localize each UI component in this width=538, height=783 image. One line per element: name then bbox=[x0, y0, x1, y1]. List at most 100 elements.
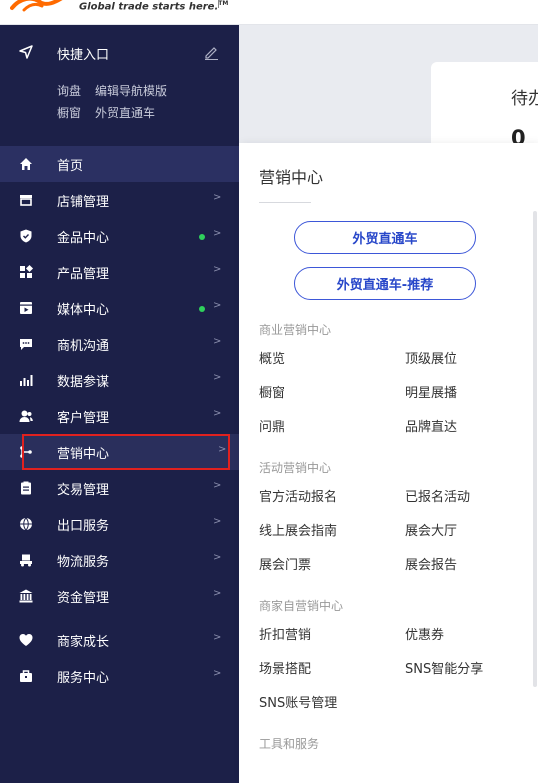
sidebar-item-label: 店铺管理 bbox=[57, 195, 110, 210]
sidebar-item-marketing[interactable]: 营销中心 > bbox=[0, 434, 239, 470]
sidebar-item-label: 服务中心 bbox=[57, 671, 110, 686]
chevron-right-icon: > bbox=[213, 300, 222, 311]
sidebar-item-label: 出口服务 bbox=[57, 519, 110, 534]
send-icon bbox=[19, 45, 33, 59]
marketing-flyout: 营销中心 外贸直通车 外贸直通车-推荐 商业营销中心 概览 顶级展位 橱窗 明星… bbox=[239, 143, 538, 783]
quick-access-title: 快捷入口 bbox=[57, 48, 110, 63]
menu-link[interactable]: 展会大厅 bbox=[405, 520, 457, 539]
logo-tagline: Global trade starts here.TM bbox=[79, 0, 229, 13]
sidebar-item-messages[interactable]: 商机沟通 > bbox=[0, 326, 239, 362]
sidebar-item-growth[interactable]: 商家成长 > bbox=[0, 622, 239, 658]
chevron-right-icon: > bbox=[213, 632, 222, 643]
header-divider bbox=[218, 0, 219, 8]
quick-access: 快捷入口 询盘 编辑导航模版 橱窗 外贸直通车 bbox=[0, 25, 239, 145]
menu-link[interactable]: 概览 bbox=[259, 348, 285, 367]
status-dot bbox=[199, 234, 205, 240]
sidebar-item-data[interactable]: 数据参谋 > bbox=[0, 362, 239, 398]
quick-link-p4p[interactable]: 外贸直通车 bbox=[95, 102, 155, 124]
sidebar-item-label: 物流服务 bbox=[57, 555, 110, 570]
sidebar-item-label: 客户管理 bbox=[57, 411, 110, 426]
quick-link-showcase[interactable]: 橱窗 bbox=[57, 102, 81, 124]
briefcase-icon bbox=[20, 670, 32, 682]
chevron-right-icon: > bbox=[213, 516, 222, 527]
chevron-right-icon: > bbox=[213, 192, 222, 203]
sidebar-item-service[interactable]: 服务中心 > bbox=[0, 658, 239, 694]
sidebar-item-label: 首页 bbox=[57, 159, 84, 174]
menu-link[interactable]: SNS账号管理 bbox=[259, 692, 337, 711]
sidebar-item-customers[interactable]: 客户管理 > bbox=[0, 398, 239, 434]
menu-link[interactable]: 优惠券 bbox=[405, 624, 444, 643]
sidebar: 快捷入口 询盘编辑导航模版 橱窗外贸直通车 首页 店铺管理 > 金品中心 > bbox=[0, 25, 239, 783]
flyout-divider bbox=[259, 202, 311, 203]
menu-link[interactable]: 问鼎 bbox=[259, 416, 285, 435]
sidebar-item-label: 数据参谋 bbox=[57, 375, 110, 390]
bank-icon bbox=[19, 589, 33, 603]
todo-title: 待办 bbox=[511, 89, 538, 109]
menu-link[interactable]: 折扣营销 bbox=[259, 624, 311, 643]
clipboard-icon bbox=[21, 481, 31, 495]
sidebar-item-label: 商家成长 bbox=[57, 635, 110, 650]
menu-link[interactable]: SNS智能分享 bbox=[405, 658, 483, 677]
sidebar-item-home[interactable]: 首页 bbox=[0, 146, 239, 182]
sidebar-item-export[interactable]: 出口服务 > bbox=[0, 506, 239, 542]
chevron-right-icon: > bbox=[213, 372, 222, 383]
chevron-right-icon: > bbox=[213, 588, 222, 599]
p4p-recommend-button[interactable]: 外贸直通车-推荐 bbox=[294, 267, 476, 300]
edit-icon[interactable] bbox=[203, 44, 219, 60]
product-icon bbox=[20, 264, 34, 278]
sidebar-item-label: 营销中心 bbox=[57, 447, 110, 462]
flyout-scrollbar[interactable] bbox=[533, 211, 537, 687]
top-bar: Global trade starts here.TM bbox=[0, 0, 538, 25]
menu-link[interactable]: 官方活动报名 bbox=[259, 486, 337, 505]
quick-link-inquiry[interactable]: 询盘 bbox=[57, 80, 81, 102]
quick-links: 询盘 编辑导航模版 橱窗 外贸直通车 bbox=[57, 80, 232, 124]
chevron-right-icon: > bbox=[213, 552, 222, 563]
sidebar-item-media[interactable]: 媒体中心 > bbox=[0, 290, 239, 326]
chat-icon bbox=[20, 339, 32, 350]
sidebar-item-label: 交易管理 bbox=[57, 483, 110, 498]
marketing-icon bbox=[20, 446, 32, 458]
customer-icon bbox=[19, 410, 33, 422]
store-icon bbox=[20, 195, 32, 206]
chevron-right-icon: > bbox=[213, 336, 222, 347]
flyout-title: 营销中心 bbox=[259, 168, 324, 187]
sidebar-item-orders[interactable]: 交易管理 > bbox=[0, 470, 239, 506]
menu-link[interactable]: 橱窗 bbox=[259, 382, 285, 401]
chevron-right-icon: > bbox=[213, 228, 222, 239]
menu-link[interactable]: 品牌直达 bbox=[405, 416, 457, 435]
home-icon bbox=[20, 158, 32, 170]
menu-link[interactable]: 线上展会指南 bbox=[259, 520, 337, 539]
section-heading: 活动营销中心 bbox=[259, 461, 332, 475]
status-dot bbox=[199, 306, 205, 312]
menu-link[interactable]: 顶级展位 bbox=[405, 348, 457, 367]
quick-link-edit-nav[interactable]: 编辑导航模版 bbox=[95, 80, 167, 102]
media-icon bbox=[20, 302, 32, 314]
menu-link[interactable]: 展会门票 bbox=[259, 554, 311, 573]
sidebar-nav: 首页 店铺管理 > 金品中心 > 产品管理 > 媒体中心 > 商机沟通 > 数据… bbox=[0, 146, 239, 694]
sidebar-item-finance[interactable]: 资金管理 > bbox=[0, 578, 239, 614]
sidebar-item-label: 金品中心 bbox=[57, 231, 110, 246]
chevron-right-icon: > bbox=[213, 480, 222, 491]
chevron-right-icon: > bbox=[213, 408, 222, 419]
alibaba-logo[interactable] bbox=[10, 0, 70, 12]
heart-icon bbox=[19, 634, 33, 646]
truck-icon bbox=[20, 554, 32, 567]
chevron-right-icon: > bbox=[213, 264, 222, 275]
p4p-button[interactable]: 外贸直通车 bbox=[294, 221, 476, 254]
section-heading: 工具和服务 bbox=[259, 737, 320, 751]
sidebar-item-label: 媒体中心 bbox=[57, 303, 110, 318]
menu-link[interactable]: 已报名活动 bbox=[405, 486, 470, 505]
sidebar-item-label: 商机沟通 bbox=[57, 339, 110, 354]
sidebar-item-store[interactable]: 店铺管理 > bbox=[0, 182, 239, 218]
sidebar-item-label: 产品管理 bbox=[57, 267, 110, 282]
menu-link[interactable]: 场景搭配 bbox=[259, 658, 311, 677]
menu-link[interactable]: 展会报告 bbox=[405, 554, 457, 573]
sidebar-item-logistics[interactable]: 物流服务 > bbox=[0, 542, 239, 578]
sidebar-item-product[interactable]: 产品管理 > bbox=[0, 254, 239, 290]
menu-link[interactable]: 明星展播 bbox=[405, 382, 457, 401]
chart-icon bbox=[20, 375, 33, 386]
sidebar-item-gold-center[interactable]: 金品中心 > bbox=[0, 218, 239, 254]
section-heading: 商业营销中心 bbox=[259, 323, 332, 337]
shield-icon bbox=[20, 229, 32, 243]
chevron-right-icon: > bbox=[218, 444, 227, 455]
